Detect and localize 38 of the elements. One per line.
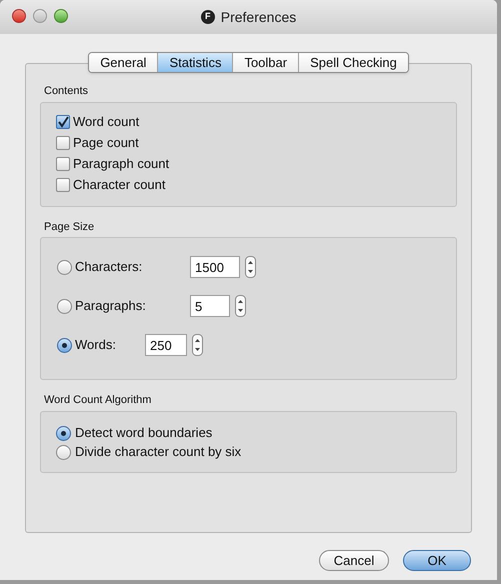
tab[interactable]: Toolbar — [232, 53, 298, 72]
dialog-button[interactable]: Cancel — [319, 550, 389, 571]
close-icon[interactable] — [12, 9, 26, 23]
tab[interactable]: Spell Checking — [298, 53, 408, 72]
window-title: Preferences — [220, 8, 296, 26]
stepper-icon[interactable] — [235, 295, 246, 317]
app-logo: F — [200, 10, 215, 24]
minimize-icon[interactable] — [33, 9, 47, 23]
section-title: Word Count Algorithm — [44, 393, 152, 408]
radio-button[interactable] — [56, 444, 71, 460]
radio-button[interactable] — [57, 298, 72, 314]
section-title: Page Size — [44, 220, 96, 234]
radio-label: Divide character count by six — [75, 443, 242, 462]
tab[interactable]: General — [89, 53, 158, 72]
checkbox-label: Word count — [73, 113, 140, 132]
checkbox-label: Paragraph count — [73, 155, 170, 174]
dialog-button[interactable]: OK — [403, 550, 471, 571]
radio-button[interactable] — [57, 260, 72, 274]
radio-button[interactable] — [57, 338, 72, 352]
section-title: Contents — [44, 84, 90, 99]
radio-label: Words: — [75, 336, 116, 354]
zoom-icon[interactable] — [54, 9, 68, 23]
tab[interactable]: Statistics — [157, 53, 232, 72]
stepper-icon[interactable] — [245, 256, 256, 278]
checkbox[interactable] — [56, 178, 70, 192]
radio-label: Characters: — [75, 258, 142, 276]
number-field[interactable]: 5 — [190, 295, 230, 317]
checkbox-label: Character count — [73, 176, 166, 194]
number-field[interactable]: 250 — [145, 334, 187, 356]
checkbox-label: Page count — [73, 134, 139, 152]
radio-label: Paragraphs: — [75, 297, 146, 316]
checkbox[interactable] — [56, 157, 70, 171]
stepper-icon[interactable] — [192, 334, 203, 356]
radio-button[interactable] — [56, 426, 71, 440]
checkbox[interactable] — [56, 115, 70, 129]
checkbox[interactable] — [56, 136, 70, 150]
number-field[interactable]: 1500 — [190, 256, 240, 278]
radio-label: Detect word boundaries — [75, 424, 212, 442]
